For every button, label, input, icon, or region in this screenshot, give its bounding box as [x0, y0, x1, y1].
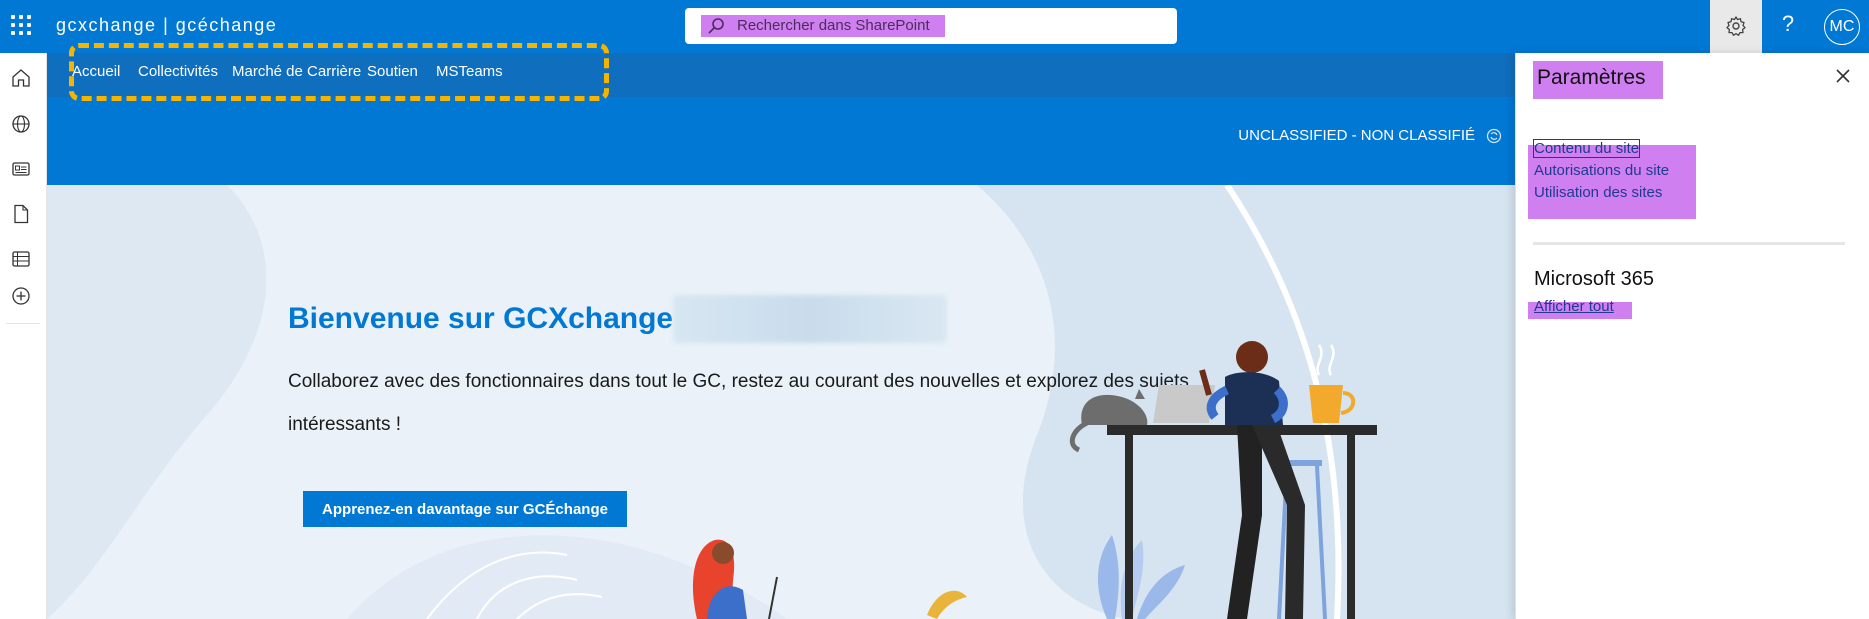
- sync-icon[interactable]: [1485, 127, 1503, 145]
- search-input[interactable]: Rechercher dans SharePoint: [737, 17, 930, 34]
- nav-item-accueil[interactable]: Accueil: [72, 63, 120, 80]
- app-rail: [0, 53, 47, 619]
- home-icon[interactable]: [10, 67, 32, 89]
- app-launcher-icon[interactable]: [10, 14, 32, 36]
- site-brand[interactable]: gcxchange | gcéchange: [56, 15, 277, 36]
- site-header: Accueil Collectivités Marché de Carrière…: [47, 43, 1515, 185]
- close-icon[interactable]: [1832, 65, 1854, 87]
- avatar[interactable]: MC: [1824, 9, 1860, 45]
- panel-title: Paramètres: [1537, 66, 1646, 89]
- nav-item-soutien[interactable]: Soutien: [367, 63, 418, 80]
- settings-button[interactable]: [1710, 0, 1762, 53]
- hero-banner: Bienvenue sur GCXchange Collaborez avec …: [47, 185, 1515, 619]
- add-icon[interactable]: [10, 285, 32, 307]
- news-icon[interactable]: [10, 158, 32, 180]
- search-icon: [708, 18, 724, 34]
- nav-item-msteams[interactable]: MSTeams: [436, 63, 503, 80]
- settings-panel: Paramètres Contenu du site Autorisations…: [1515, 53, 1869, 619]
- site-permissions-link[interactable]: Autorisations du site: [1534, 162, 1669, 179]
- nav-item-marche-de-carriere[interactable]: Marché de Carrière: [232, 63, 361, 80]
- help-icon[interactable]: ?: [1776, 11, 1800, 37]
- panel-divider: [1533, 242, 1845, 245]
- nav-item-collectivites[interactable]: Collectivités: [138, 63, 218, 80]
- microsoft-365-heading: Microsoft 365: [1534, 268, 1655, 290]
- top-nav: Accueil Collectivités Marché de Carrière…: [47, 43, 1515, 101]
- list-icon[interactable]: [10, 248, 32, 270]
- site-usage-link[interactable]: Utilisation des sites: [1534, 184, 1662, 201]
- hero-illustration: [693, 341, 1377, 619]
- file-icon[interactable]: [10, 203, 32, 225]
- rail-divider: [6, 323, 40, 324]
- classification-label: UNCLASSIFIED - NON CLASSIFIÉ: [1238, 127, 1475, 144]
- search-box[interactable]: Rechercher dans SharePoint: [685, 8, 1177, 44]
- gear-icon: [1726, 16, 1746, 36]
- site-contents-link[interactable]: Contenu du site: [1532, 139, 1641, 158]
- globe-icon[interactable]: [10, 113, 32, 135]
- show-all-link[interactable]: Afficher tout: [1534, 298, 1614, 315]
